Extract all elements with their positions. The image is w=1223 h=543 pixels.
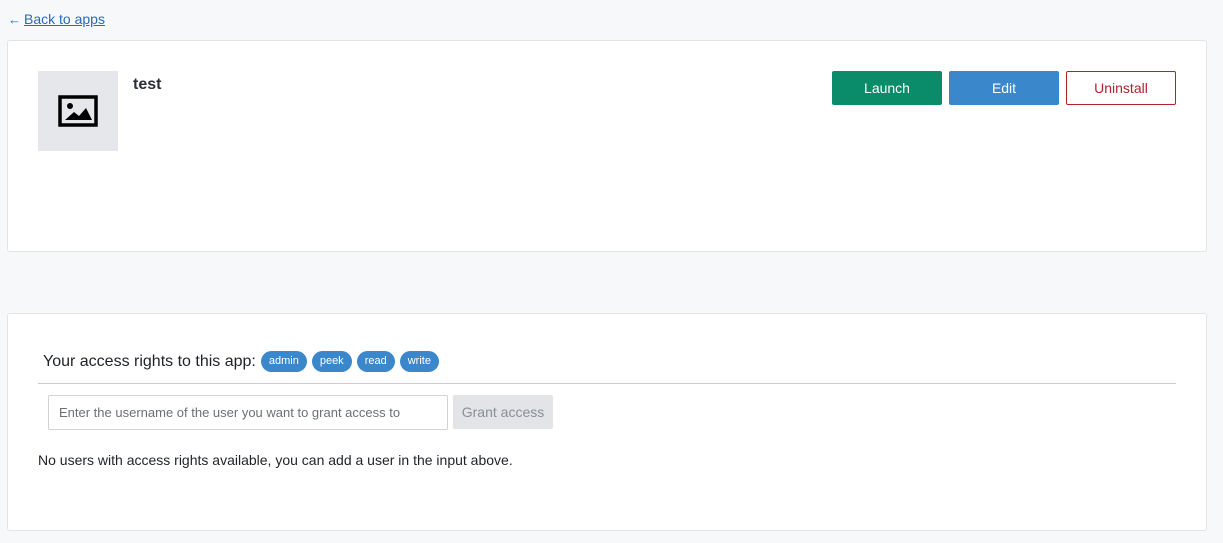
launch-button[interactable]: Launch — [832, 71, 942, 105]
grant-access-button[interactable]: Grant access — [453, 395, 553, 429]
back-to-apps-link[interactable]: ← Back to apps — [8, 11, 105, 27]
access-rights-heading: Your access rights to this app: admin pe… — [43, 351, 439, 372]
uninstall-button[interactable]: Uninstall — [1066, 71, 1176, 105]
access-badge-write: write — [399, 351, 439, 372]
edit-button[interactable]: Edit — [949, 71, 1059, 105]
access-badge-read: read — [356, 351, 395, 372]
app-details-card: test Launch Edit Uninstall — [7, 40, 1207, 252]
app-name: test — [133, 76, 162, 93]
access-rights-title: Your access rights to this app: — [43, 352, 256, 370]
image-placeholder-icon — [58, 95, 98, 127]
section-divider — [38, 383, 1176, 384]
grant-username-input[interactable] — [48, 395, 448, 430]
access-rights-card: Your access rights to this app: admin pe… — [7, 313, 1207, 531]
back-to-apps-label[interactable]: Back to apps — [24, 11, 105, 27]
arrow-left-icon: ← — [8, 11, 21, 27]
no-users-message: No users with access rights available, y… — [38, 452, 513, 468]
access-badge-admin: admin — [260, 351, 307, 372]
access-badge-peek: peek — [311, 351, 352, 372]
app-thumbnail — [38, 71, 118, 151]
